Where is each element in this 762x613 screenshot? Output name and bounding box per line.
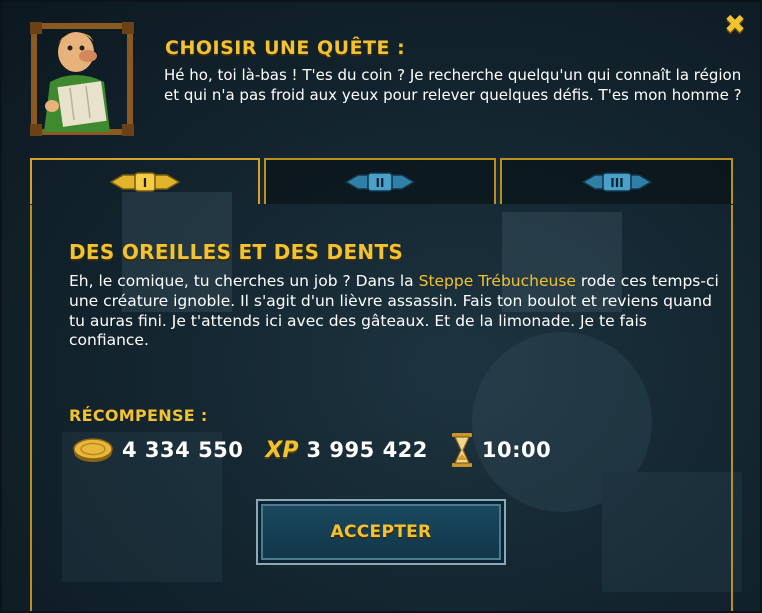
tier-badge-1: I <box>109 172 181 192</box>
xp-icon: XP <box>265 437 299 463</box>
tab-tier-3-label: III <box>610 176 623 190</box>
quest-description: Eh, le comique, tu cherches un job ? Dan… <box>69 272 724 351</box>
tier-badge-2: II <box>344 172 416 192</box>
reward-xp: XP 3 995 422 <box>265 438 428 463</box>
quest-tier-tabs: I II III <box>30 158 733 206</box>
tier-badge-3: III <box>581 172 652 192</box>
tab-tier-1[interactable]: I <box>30 158 260 204</box>
reward-time: 10:00 <box>450 432 551 468</box>
reward-gold-amount: 4 334 550 <box>122 438 244 462</box>
tab-tier-2-label: II <box>376 176 385 190</box>
accept-button[interactable]: ACCEPTER <box>256 499 506 565</box>
panel-border-left <box>30 205 32 611</box>
reward-label: RÉCOMPENSE : <box>69 406 208 425</box>
npc-intro-text: Hé ho, toi là-bas ! T'es du coin ? Je re… <box>164 66 742 104</box>
quest-dialog: ✖ CHOISIR UNE QUÊTE : Hé ho, toi là-bas … <box>0 0 762 613</box>
quest-location-link: Steppe Trébucheuse <box>418 272 576 290</box>
reward-row: 4 334 550 XP 3 995 422 10:00 <box>72 430 573 470</box>
reward-xp-amount: 3 995 422 <box>306 438 428 462</box>
close-icon[interactable]: ✖ <box>722 12 748 38</box>
panel-border-right <box>731 205 733 611</box>
tab-tier-2[interactable]: II <box>264 158 496 204</box>
accept-button-label: ACCEPTER <box>330 522 432 542</box>
dialog-title: CHOISIR UNE QUÊTE : <box>165 37 406 59</box>
quest-desc-part-1: Eh, le comique, tu cherches un job ? Dan… <box>69 272 419 290</box>
tab-tier-3[interactable]: III <box>500 158 733 204</box>
npc-portrait <box>30 22 134 136</box>
reward-time-value: 10:00 <box>481 438 552 462</box>
gold-coin-icon <box>73 438 113 462</box>
quest-title: DES OREILLES ET DES DENTS <box>69 240 404 264</box>
tab-tier-1-label: I <box>143 176 147 190</box>
reward-gold: 4 334 550 <box>72 435 243 465</box>
hourglass-icon <box>451 433 472 467</box>
